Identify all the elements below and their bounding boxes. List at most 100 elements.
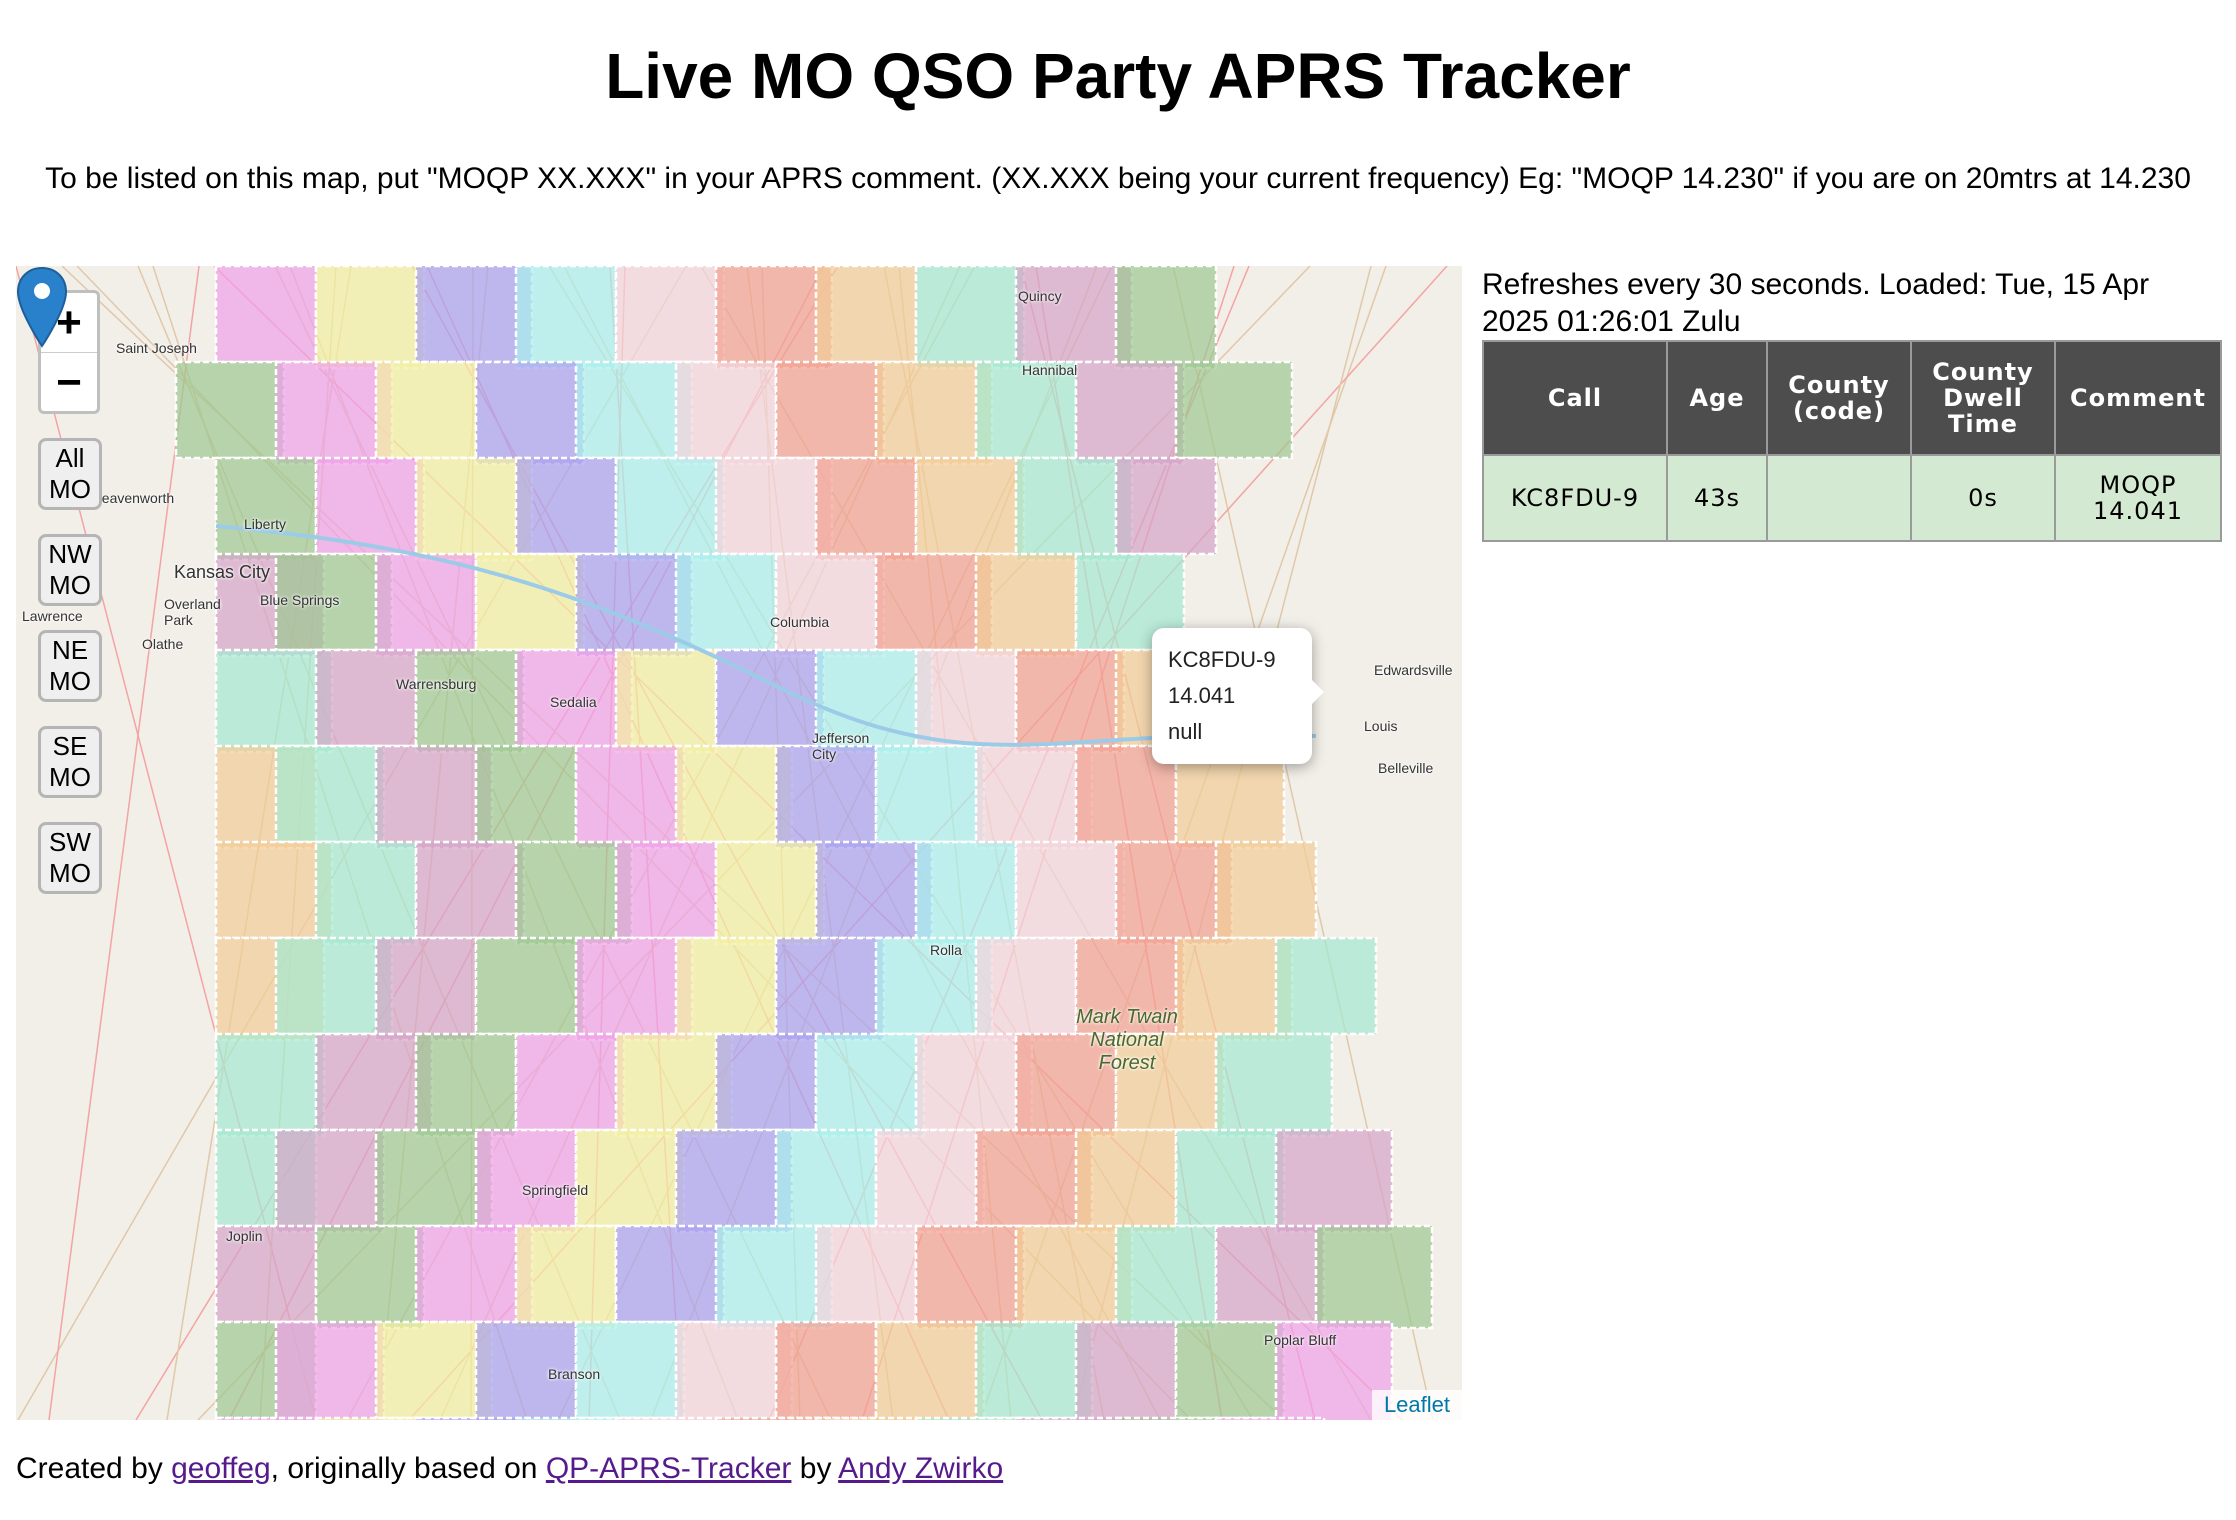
county-area[interactable]: [1114, 1224, 1218, 1330]
county-area[interactable]: [374, 936, 478, 1042]
county-area[interactable]: [914, 1032, 1034, 1132]
county-area[interactable]: [214, 456, 318, 562]
county-area[interactable]: [714, 456, 834, 556]
county-area[interactable]: [874, 744, 986, 844]
county-area[interactable]: [974, 1128, 1094, 1228]
county-area[interactable]: [974, 744, 1094, 850]
county-area[interactable]: [1074, 1320, 1178, 1420]
county-area[interactable]: [274, 1128, 386, 1234]
county-area[interactable]: [1014, 1224, 1134, 1324]
map-marker-icon[interactable]: [16, 266, 68, 348]
county-area[interactable]: [974, 936, 1078, 1042]
county-area[interactable]: [614, 1416, 726, 1420]
county-area[interactable]: [574, 744, 686, 850]
county-area[interactable]: [214, 1416, 318, 1420]
county-area[interactable]: [1014, 840, 1126, 940]
county-area[interactable]: [1114, 266, 1218, 370]
county-area[interactable]: [974, 1320, 1094, 1420]
county-area[interactable]: [814, 456, 918, 562]
county-area[interactable]: [514, 1416, 618, 1420]
project-link[interactable]: QP-APRS-Tracker: [546, 1452, 792, 1485]
county-area[interactable]: [714, 840, 826, 946]
county-area[interactable]: [574, 936, 694, 1042]
county-area[interactable]: [614, 266, 726, 364]
county-area[interactable]: [1114, 456, 1218, 556]
county-area[interactable]: [674, 936, 778, 1036]
county-area[interactable]: [1214, 840, 1318, 940]
column-header-age[interactable]: Age: [1666, 340, 1768, 456]
county-area[interactable]: [474, 744, 578, 844]
county-area[interactable]: [674, 552, 778, 652]
county-area[interactable]: [774, 552, 886, 658]
county-area[interactable]: [374, 360, 478, 460]
county-area[interactable]: [614, 840, 718, 940]
county-area[interactable]: [974, 552, 1078, 658]
county-area[interactable]: [414, 1224, 534, 1324]
county-area[interactable]: [874, 360, 994, 466]
county-area[interactable]: [714, 1032, 818, 1132]
county-area[interactable]: [1274, 1128, 1394, 1234]
county-area[interactable]: [274, 1320, 386, 1420]
county-area[interactable]: [514, 840, 634, 946]
county-area[interactable]: [474, 1128, 578, 1234]
county-area[interactable]: [414, 648, 526, 754]
column-header-call[interactable]: Call: [1482, 340, 1668, 456]
county-area[interactable]: [514, 1032, 626, 1132]
county-area[interactable]: [1014, 1416, 1134, 1420]
ne-mo-button[interactable]: NE MO: [38, 630, 102, 702]
county-area[interactable]: [274, 360, 394, 466]
county-area[interactable]: [1014, 266, 1134, 364]
county-area[interactable]: [1014, 648, 1126, 754]
county-area[interactable]: [774, 360, 886, 460]
county-area[interactable]: [1174, 1128, 1286, 1228]
county-area[interactable]: [814, 1224, 918, 1324]
county-area[interactable]: [314, 648, 418, 748]
county-area[interactable]: [674, 744, 794, 844]
county-area[interactable]: [1274, 936, 1378, 1036]
county-area[interactable]: [774, 1128, 878, 1228]
county-area[interactable]: [814, 1032, 926, 1138]
nw-mo-button[interactable]: NW MO: [38, 534, 102, 606]
county-area[interactable]: [774, 1320, 878, 1420]
county-area[interactable]: [274, 936, 394, 1036]
column-header-county[interactable]: County (code): [1766, 340, 1912, 456]
column-header-comment[interactable]: Comment: [2054, 340, 2222, 456]
zoom-out-button[interactable]: −: [41, 353, 97, 411]
county-area[interactable]: [474, 552, 586, 652]
county-area[interactable]: [914, 648, 1018, 748]
county-area[interactable]: [814, 840, 934, 940]
county-area[interactable]: [374, 1128, 494, 1228]
county-area[interactable]: [214, 648, 334, 754]
author-link[interactable]: geoffeg: [171, 1452, 271, 1485]
county-area[interactable]: [214, 266, 318, 364]
sw-mo-button[interactable]: SW MO: [38, 822, 102, 894]
county-area[interactable]: [414, 1032, 518, 1138]
county-area[interactable]: [614, 1032, 734, 1138]
county-area[interactable]: [874, 1320, 986, 1420]
county-area[interactable]: [814, 266, 918, 364]
county-area[interactable]: [374, 552, 478, 658]
county-area[interactable]: [1214, 1224, 1326, 1324]
county-area[interactable]: [514, 456, 618, 556]
leaflet-attribution-link[interactable]: Leaflet: [1371, 1390, 1462, 1420]
original-author-link[interactable]: Andy Zwirko: [838, 1452, 1003, 1485]
county-area[interactable]: [1314, 1224, 1434, 1330]
county-map[interactable]: Saint Joseph Leavenworth Liberty Kansas …: [16, 266, 1462, 1420]
county-area[interactable]: [1114, 1416, 1218, 1420]
county-area[interactable]: [1214, 1032, 1334, 1138]
county-area[interactable]: [474, 360, 586, 466]
county-area[interactable]: [1174, 360, 1294, 460]
county-area[interactable]: [714, 266, 834, 370]
county-area[interactable]: [514, 266, 618, 370]
county-area[interactable]: [1074, 360, 1186, 466]
county-area[interactable]: [414, 1416, 534, 1420]
county-area[interactable]: [314, 266, 426, 370]
county-area[interactable]: [214, 840, 334, 940]
county-area[interactable]: [414, 266, 534, 364]
county-area[interactable]: [1114, 840, 1234, 946]
county-area[interactable]: [874, 552, 994, 652]
county-area[interactable]: [414, 840, 526, 940]
county-area[interactable]: [274, 744, 386, 844]
county-area[interactable]: [374, 1320, 494, 1420]
county-area[interactable]: [314, 1416, 426, 1420]
